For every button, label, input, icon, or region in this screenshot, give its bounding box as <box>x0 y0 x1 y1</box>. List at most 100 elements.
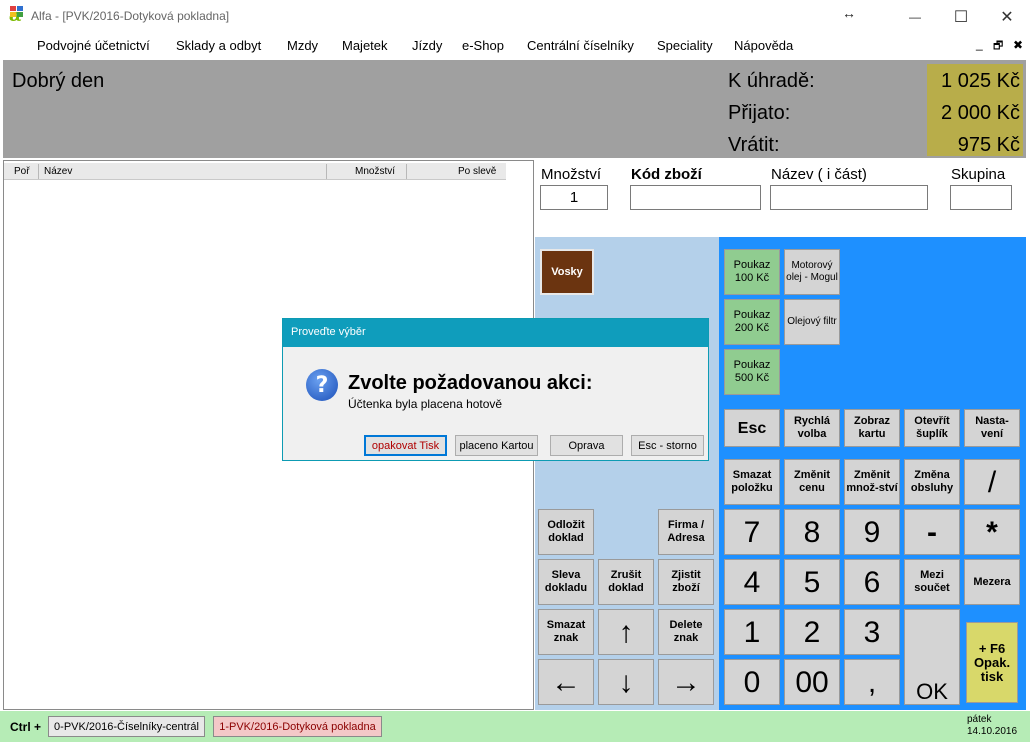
digit-8-button[interactable]: 8 <box>784 509 840 555</box>
arrow-up-icon: ↑ <box>618 615 634 649</box>
menu-centralni-ciselniky[interactable]: Centrální číselníky <box>527 38 634 53</box>
mdi-restore-icon[interactable]: 🗗 <box>993 37 1003 56</box>
comma-button[interactable]: , <box>844 659 900 705</box>
minimize-icon: — <box>909 9 921 24</box>
zobraz-kartu-button[interactable]: Zobraz kartu <box>844 409 900 447</box>
total-due-value: 1 025 Kč <box>941 70 1020 92</box>
header-panel <box>3 60 1026 158</box>
odlozit-doklad-button[interactable]: Odložit doklad <box>538 509 594 555</box>
digit-2-button[interactable]: 2 <box>784 609 840 655</box>
col-separator <box>38 164 39 179</box>
col-nazev[interactable]: Název <box>44 166 72 177</box>
digit-3-button[interactable]: 3 <box>844 609 900 655</box>
arrow-down-button[interactable]: ↓ <box>598 659 654 705</box>
received-value: 2 000 Kč <box>941 102 1020 124</box>
mdi-close-icon[interactable]: ✖ <box>1013 38 1023 52</box>
menu-jizdy[interactable]: Jízdy <box>412 38 442 53</box>
digit-7-button[interactable]: 7 <box>724 509 780 555</box>
grid-header <box>4 163 506 180</box>
divide-button[interactable]: / <box>964 459 1020 505</box>
zjistit-zbozi-button[interactable]: Zjistit zboží <box>658 559 714 605</box>
firma-adresa-button[interactable]: Firma / Adresa <box>658 509 714 555</box>
menu-sklady-a-odbyt[interactable]: Sklady a odbyt <box>176 38 261 53</box>
col-mnozstvi[interactable]: Množství <box>355 166 395 177</box>
name-input[interactable] <box>770 185 928 210</box>
vosky-button[interactable]: Vosky <box>540 249 594 295</box>
digit-9-button[interactable]: 9 <box>844 509 900 555</box>
delete-znak-button[interactable]: Delete znak <box>658 609 714 655</box>
esc-button[interactable]: Esc <box>724 409 780 447</box>
window-title: Alfa - [PVK/2016-Dotyková pokladna] <box>31 9 230 23</box>
zmena-obsluhy-button[interactable]: Změna obsluhy <box>904 459 960 505</box>
nastaveni-button[interactable]: Nasta-vení <box>964 409 1020 447</box>
f6-repeat-print-button[interactable]: + F6 Opak. tisk <box>966 622 1018 703</box>
sleva-dokladu-button[interactable]: Sleva dokladu <box>538 559 594 605</box>
digit-0-button[interactable]: 0 <box>724 659 780 705</box>
zmenit-mnozstvi-button[interactable]: Změnit množ-ství <box>844 459 900 505</box>
reprint-button[interactable]: opakovat Tisk <box>364 435 447 456</box>
tab-ciselniky-central[interactable]: 0-PVK/2016-Číselníky-centrál <box>48 716 205 737</box>
menu-bar <box>0 33 1030 59</box>
zmenit-cenu-button[interactable]: Změnit cenu <box>784 459 840 505</box>
minimize-button[interactable]: — <box>892 0 938 33</box>
group-label: Skupina <box>951 166 1006 183</box>
correction-button[interactable]: Oprava <box>550 435 623 456</box>
smazat-polozku-button[interactable]: Smazat položku <box>724 459 780 505</box>
arrow-left-button[interactable]: ← <box>538 659 594 705</box>
menu-speciality[interactable]: Speciality <box>657 38 713 53</box>
menu-eshop[interactable]: e-Shop <box>462 38 504 53</box>
digit-1-button[interactable]: 1 <box>724 609 780 655</box>
poukaz-200-button[interactable]: Poukaz 200 Kč <box>724 299 780 345</box>
paid-by-card-button[interactable]: placeno Kartou <box>455 435 538 456</box>
resize-icon[interactable]: ↔ <box>842 5 856 21</box>
date-display: pátek 14.10.2016 <box>967 714 1017 738</box>
question-icon: ? <box>306 369 338 401</box>
digit-6-button[interactable]: 6 <box>844 559 900 605</box>
multiply-button[interactable]: * <box>964 509 1020 555</box>
menu-mzdy[interactable]: Mzdy <box>287 38 318 53</box>
name-label: Název ( i část) <box>771 166 867 183</box>
ctrl-label: Ctrl + <box>10 720 42 734</box>
total-due-label: K úhradě: <box>728 70 815 92</box>
quantity-input[interactable] <box>540 185 608 210</box>
maximize-button[interactable]: ☐ <box>938 0 984 33</box>
col-separator <box>326 164 327 179</box>
group-input[interactable] <box>950 185 1012 210</box>
code-label: Kód zboží <box>631 166 702 183</box>
dialog-message: Účtenka byla placena hotově <box>348 397 503 411</box>
rychla-volba-button[interactable]: Rychlá volba <box>784 409 840 447</box>
greeting-text: Dobrý den <box>12 70 105 92</box>
olejovy-filtr-button[interactable]: Olejový filtr <box>784 299 840 345</box>
mezera-button[interactable]: Mezera <box>964 559 1020 605</box>
change-label: Vrátit: <box>728 134 780 156</box>
smazat-znak-button[interactable]: Smazat znak <box>538 609 594 655</box>
col-por[interactable]: Poř <box>14 166 30 177</box>
arrow-right-button[interactable]: → <box>658 659 714 705</box>
digit-5-button[interactable]: 5 <box>784 559 840 605</box>
col-separator <box>406 164 407 179</box>
zrusit-doklad-button[interactable]: Zrušit doklad <box>598 559 654 605</box>
esc-cancel-button[interactable]: Esc - storno <box>631 435 704 456</box>
close-icon: ✕ <box>1000 8 1014 26</box>
ok-button[interactable]: OK <box>904 609 960 705</box>
menu-napoveda[interactable]: Nápověda <box>734 38 793 53</box>
col-po-sleve[interactable]: Po slevě <box>458 166 496 177</box>
mdi-minimize-icon[interactable]: _ <box>976 37 983 51</box>
arrow-down-icon: ↓ <box>618 665 634 699</box>
digit-4-button[interactable]: 4 <box>724 559 780 605</box>
minus-button[interactable]: - <box>904 509 960 555</box>
motorovy-olej-button[interactable]: Motorový olej - Mogul <box>784 249 840 295</box>
close-button[interactable]: ✕ <box>984 0 1030 33</box>
dialog-heading: Zvolte požadovanou akci: <box>348 372 593 394</box>
code-input[interactable] <box>630 185 761 210</box>
mezisoucet-button[interactable]: Mezi součet <box>904 559 960 605</box>
poukaz-500-button[interactable]: Poukaz 500 Kč <box>724 349 780 395</box>
tab-dotykova-pokladna[interactable]: 1-PVK/2016-Dotyková pokladna <box>213 716 382 737</box>
menu-majetek[interactable]: Majetek <box>342 38 388 53</box>
menu-podvojne-ucetnictvi[interactable]: Podvojné účetnictví <box>37 38 150 53</box>
poukaz-100-button[interactable]: Poukaz 100 Kč <box>724 249 780 295</box>
arrow-up-button[interactable]: ↑ <box>598 609 654 655</box>
otevrit-suplik-button[interactable]: Otevřít šuplík <box>904 409 960 447</box>
double-zero-button[interactable]: 00 <box>784 659 840 705</box>
system-menu-icon[interactable] <box>9 5 25 19</box>
